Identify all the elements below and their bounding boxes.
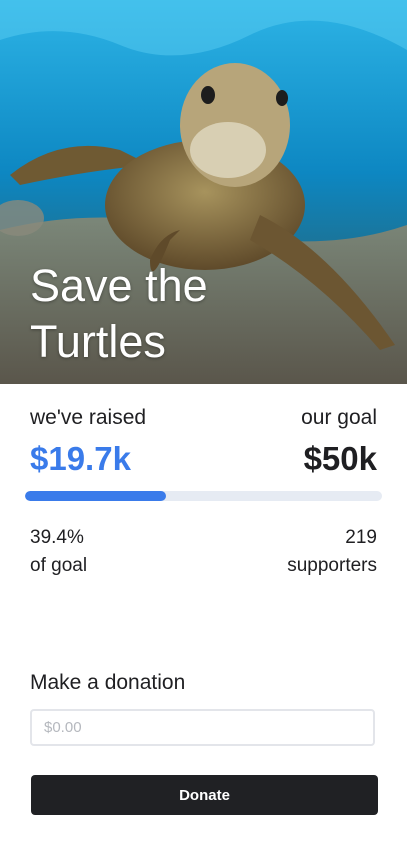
goal-label: our goal (301, 406, 377, 429)
supporters-caption: supporters (287, 555, 377, 576)
funding-progress-bar (25, 491, 382, 501)
supporters-value: 219 (345, 527, 377, 548)
title-line-2: Turtles (30, 316, 166, 367)
percent-value: 39.4% (30, 527, 84, 548)
donate-button[interactable]: Donate (31, 775, 378, 815)
goal-amount: $50k (303, 440, 377, 477)
donation-amount-input[interactable] (30, 709, 375, 746)
supporters-count: 219 supporters (287, 524, 377, 580)
hero-banner: Save the Turtles (0, 0, 407, 384)
donation-heading: Make a donation (30, 671, 186, 694)
funding-progress-fill (25, 491, 166, 501)
percent-of-goal: 39.4% of goal (30, 524, 87, 580)
title-line-1: Save the (30, 260, 208, 311)
percent-caption: of goal (30, 555, 88, 576)
raised-label: we've raised (30, 406, 147, 429)
campaign-title: Save the Turtles (30, 258, 208, 370)
raised-amount: $19.7k (30, 440, 131, 477)
